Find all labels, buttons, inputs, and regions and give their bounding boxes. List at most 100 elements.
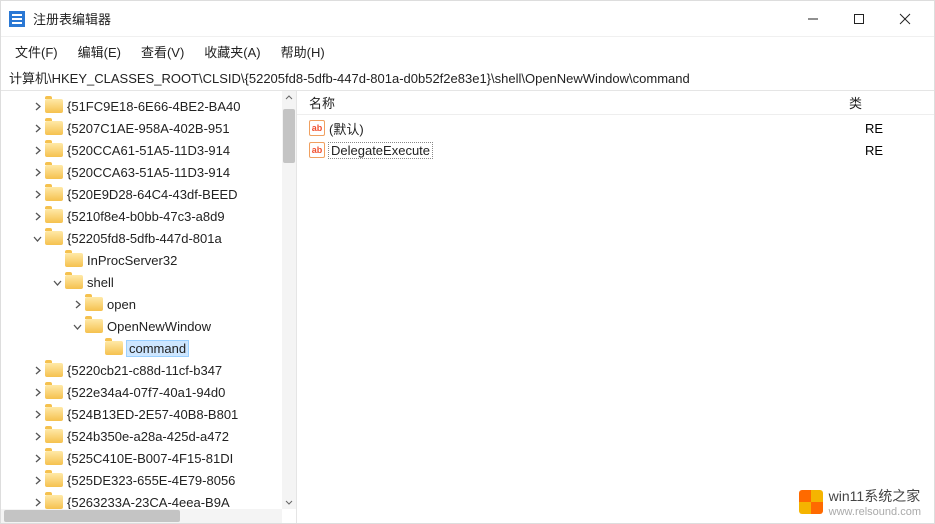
chevron-right-icon[interactable]	[29, 410, 45, 419]
tree-node[interactable]: {524b350e-a28a-425d-a472	[1, 425, 282, 447]
value-row[interactable]: ab(默认)RE	[297, 117, 934, 139]
address-text: 计算机\HKEY_CLASSES_ROOT\CLSID\{52205fd8-5d…	[9, 68, 690, 87]
chevron-right-icon[interactable]	[29, 146, 45, 155]
menu-favorites[interactable]: 收藏夹(A)	[196, 39, 268, 64]
tree-node[interactable]: {524B13ED-2E57-40B8-B801	[1, 403, 282, 425]
maximize-button[interactable]	[836, 4, 882, 34]
menu-help[interactable]: 帮助(H)	[273, 39, 333, 64]
tree-node[interactable]: shell	[1, 271, 282, 293]
registry-editor-window: 注册表编辑器 文件(F) 编辑(E) 查看(V) 收藏夹(A) 帮助(H) 计算…	[0, 0, 935, 524]
chevron-right-icon[interactable]	[29, 190, 45, 199]
tree-horizontal-scrollbar[interactable]	[1, 509, 282, 523]
scroll-up-icon[interactable]	[282, 91, 296, 105]
tree-node[interactable]: command	[1, 337, 282, 359]
address-bar[interactable]: 计算机\HKEY_CLASSES_ROOT\CLSID\{52205fd8-5d…	[1, 65, 934, 91]
watermark-text: win11系统之家	[829, 486, 921, 506]
tree-node-label: {522e34a4-07f7-40a1-94d0	[67, 385, 225, 400]
registry-tree[interactable]: {51FC9E18-6E66-4BE2-BA40 {5207C1AE-958A-4…	[1, 91, 282, 509]
tree-node-label: InProcServer32	[87, 253, 177, 268]
tree-node-label: {520E9D28-64C4-43df-BEED	[67, 187, 238, 202]
tree-node[interactable]: {520CCA63-51A5-11D3-914	[1, 161, 282, 183]
value-type: RE	[865, 121, 883, 136]
tree-node-label: {5263233A-23CA-4eea-B9A	[67, 495, 230, 510]
tree-node[interactable]: {5263233A-23CA-4eea-B9A	[1, 491, 282, 509]
tree-node-label: {52205fd8-5dfb-447d-801a	[67, 231, 222, 246]
folder-icon	[85, 319, 103, 333]
tree-pane: {51FC9E18-6E66-4BE2-BA40 {5207C1AE-958A-4…	[1, 91, 297, 523]
menu-edit[interactable]: 编辑(E)	[70, 39, 129, 64]
folder-icon	[45, 407, 63, 421]
menu-view[interactable]: 查看(V)	[133, 39, 192, 64]
tree-node[interactable]: {520E9D28-64C4-43df-BEED	[1, 183, 282, 205]
tree-node[interactable]: {5210f8e4-b0bb-47c3-a8d9	[1, 205, 282, 227]
chevron-down-icon[interactable]	[49, 278, 65, 287]
column-type[interactable]: 类	[849, 93, 934, 112]
tree-node-label: {5220cb21-c88d-11cf-b347	[67, 363, 222, 378]
chevron-right-icon[interactable]	[69, 300, 85, 309]
folder-icon	[105, 341, 123, 355]
folder-icon	[45, 473, 63, 487]
tree-node[interactable]: {5220cb21-c88d-11cf-b347	[1, 359, 282, 381]
content-area: {51FC9E18-6E66-4BE2-BA40 {5207C1AE-958A-4…	[1, 91, 934, 523]
tree-node-label: {520CCA63-51A5-11D3-914	[67, 165, 230, 180]
chevron-right-icon[interactable]	[29, 168, 45, 177]
value-name: (默认)	[329, 119, 865, 138]
list-header[interactable]: 名称 类	[297, 91, 934, 115]
chevron-right-icon[interactable]	[29, 388, 45, 397]
window-title: 注册表编辑器	[33, 9, 111, 28]
tree-node[interactable]: InProcServer32	[1, 249, 282, 271]
scroll-thumb[interactable]	[283, 109, 295, 163]
app-icon	[9, 11, 25, 27]
folder-icon	[45, 231, 63, 245]
folder-icon	[65, 275, 83, 289]
menu-file[interactable]: 文件(F)	[7, 39, 66, 64]
tree-node[interactable]: {52205fd8-5dfb-447d-801a	[1, 227, 282, 249]
values-list[interactable]: ab(默认)REabDelegateExecuteRE	[297, 115, 934, 163]
hscroll-thumb[interactable]	[4, 510, 180, 522]
chevron-right-icon[interactable]	[29, 498, 45, 507]
scroll-down-icon[interactable]	[282, 495, 296, 509]
tree-node-label: {5210f8e4-b0bb-47c3-a8d9	[67, 209, 225, 224]
chevron-right-icon[interactable]	[29, 432, 45, 441]
chevron-right-icon[interactable]	[29, 454, 45, 463]
chevron-right-icon[interactable]	[29, 366, 45, 375]
watermark-logo-icon	[799, 490, 823, 514]
tree-node[interactable]: {520CCA61-51A5-11D3-914	[1, 139, 282, 161]
value-row[interactable]: abDelegateExecuteRE	[297, 139, 934, 161]
tree-node-label: {5207C1AE-958A-402B-951	[67, 121, 230, 136]
folder-icon	[45, 165, 63, 179]
tree-node[interactable]: {522e34a4-07f7-40a1-94d0	[1, 381, 282, 403]
tree-node[interactable]: open	[1, 293, 282, 315]
values-pane: 名称 类 ab(默认)REabDelegateExecuteRE	[297, 91, 934, 523]
folder-icon	[45, 187, 63, 201]
string-value-icon: ab	[309, 120, 325, 136]
chevron-right-icon[interactable]	[29, 102, 45, 111]
string-value-icon: ab	[309, 142, 325, 158]
watermark-url: www.relsound.com	[829, 506, 921, 518]
tree-node-label: OpenNewWindow	[107, 319, 211, 334]
minimize-button[interactable]	[790, 4, 836, 34]
tree-node-label: command	[127, 341, 188, 356]
chevron-right-icon[interactable]	[29, 212, 45, 221]
tree-node[interactable]: {51FC9E18-6E66-4BE2-BA40	[1, 95, 282, 117]
tree-node-label: {524B13ED-2E57-40B8-B801	[67, 407, 238, 422]
tree-node[interactable]: {525C410E-B007-4F15-81DI	[1, 447, 282, 469]
tree-node[interactable]: {5207C1AE-958A-402B-951	[1, 117, 282, 139]
tree-node[interactable]: {525DE323-655E-4E79-8056	[1, 469, 282, 491]
tree-node-label: {524b350e-a28a-425d-a472	[67, 429, 229, 444]
tree-node-label: {525C410E-B007-4F15-81DI	[67, 451, 233, 466]
folder-icon	[65, 253, 83, 267]
folder-icon	[45, 429, 63, 443]
chevron-right-icon[interactable]	[29, 124, 45, 133]
chevron-right-icon[interactable]	[29, 476, 45, 485]
tree-node[interactable]: OpenNewWindow	[1, 315, 282, 337]
chevron-down-icon[interactable]	[29, 234, 45, 243]
tree-node-label: {525DE323-655E-4E79-8056	[67, 473, 235, 488]
folder-icon	[45, 451, 63, 465]
value-type: RE	[865, 143, 883, 158]
column-name[interactable]: 名称	[309, 93, 849, 112]
chevron-down-icon[interactable]	[69, 322, 85, 331]
tree-vertical-scrollbar[interactable]	[282, 91, 296, 509]
close-button[interactable]	[882, 4, 928, 34]
tree-node-label: {51FC9E18-6E66-4BE2-BA40	[67, 99, 240, 114]
